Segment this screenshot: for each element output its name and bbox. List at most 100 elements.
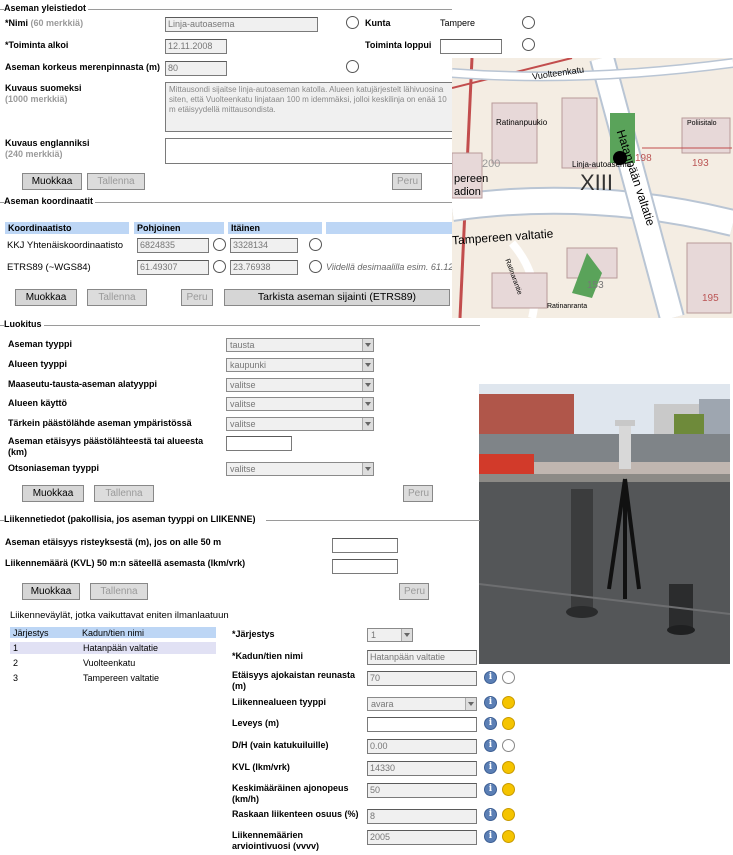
road-name[interactable]: Hatanpään valtatie <box>83 642 158 654</box>
coords-kkj-north-radio[interactable] <box>213 238 226 251</box>
section-coords-legend: Aseman koordinaatit <box>4 196 96 206</box>
detail-area-type-select[interactable]: avara <box>367 697 477 711</box>
coords-etrs-north-radio[interactable] <box>213 260 226 273</box>
ozone-type-select[interactable]: valitse <box>226 462 374 476</box>
start-label: *Toiminta alkoi <box>5 40 69 50</box>
detail-lane-distance-input[interactable]: 70 <box>367 671 477 686</box>
map-label: Ratinanpuukio <box>496 118 548 127</box>
coords-header-north: Pohjoinen <box>134 222 224 234</box>
roads-header-order: Järjestys <box>13 628 49 638</box>
info-icon[interactable]: i <box>484 671 497 684</box>
municipality-value: Tampere <box>440 18 476 28</box>
status-indicator-icon <box>502 696 515 709</box>
traffic-save-button[interactable]: Tallenna <box>90 583 148 600</box>
emission-distance-input[interactable] <box>226 436 292 451</box>
coords-cancel-button[interactable]: Peru <box>181 289 213 306</box>
coords-header-system: Koordinaatisto <box>5 222 129 234</box>
altitude-radio[interactable] <box>346 60 359 73</box>
detail-dh-input[interactable]: 0.00 <box>367 739 477 754</box>
altitude-input[interactable]: 80 <box>165 61 227 76</box>
map-label: Ratinanranta <box>547 303 588 310</box>
detail-road-name-input[interactable]: Hatanpään valtatie <box>367 650 477 665</box>
end-radio[interactable] <box>522 38 535 51</box>
class-edit-button[interactable]: Muokkaa <box>22 485 84 502</box>
rural-subtype-select[interactable]: valitse <box>226 378 374 392</box>
coords-save-button[interactable]: Tallenna <box>87 289 147 306</box>
coords-system-etrs: ETRS89 (~WGS84) <box>7 262 91 273</box>
detail-heavy-share-input[interactable]: 8 <box>367 809 477 824</box>
desc-fi-textarea[interactable]: Mittausondi sijaitse linja-autoaseman ka… <box>165 82 455 132</box>
coords-system-kkj: KKJ Yhtenäiskoordinaatisto <box>7 240 124 251</box>
info-icon[interactable]: i <box>484 783 497 796</box>
status-indicator-icon <box>502 808 515 821</box>
name-radio[interactable] <box>346 16 359 29</box>
road-order: 1 <box>13 643 19 653</box>
desc-fi-label: Kuvaus suomeksi <box>5 83 82 93</box>
coords-kkj-east-radio[interactable] <box>309 238 322 251</box>
section-divider <box>0 325 480 326</box>
detail-label-dh: D/H (vain katukuiluille) <box>232 740 329 750</box>
info-icon[interactable]: i <box>484 808 497 821</box>
detail-kvl-input[interactable]: 14330 <box>367 761 477 776</box>
road-name[interactable]: Vuolteenkatu <box>83 657 135 669</box>
class-label-distance: Aseman etäisyys päästölähteestä tai alue… <box>8 436 204 457</box>
status-indicator-icon <box>502 671 515 684</box>
area-type-select[interactable]: kaupunki <box>226 358 374 372</box>
map-label: Poliisitalo <box>687 120 717 127</box>
check-location-button[interactable]: Tarkista aseman sijainti (ETRS89) <box>224 289 450 306</box>
traffic-edit-button[interactable]: Muokkaa <box>22 583 80 600</box>
altitude-label: Aseman korkeus merenpinnasta (m) <box>5 62 161 72</box>
road-name[interactable]: Tampereen valtatie <box>83 672 159 684</box>
class-label-emission-source: Tärkein päästölähde aseman ympäristössä <box>8 418 192 428</box>
detail-label-lane-distance: Etäisyys ajokaistan reunasta (m) <box>232 670 356 691</box>
traffic-distance-input[interactable] <box>332 538 398 553</box>
desc-fi-hint: (1000 merkkiä) <box>5 94 68 104</box>
coords-kkj-east-input[interactable]: 3328134 <box>230 238 298 253</box>
traffic-cancel-button[interactable]: Peru <box>399 583 429 600</box>
section-traffic-legend: Liikennetiedot (pakollisia, jos aseman t… <box>4 514 266 524</box>
detail-label-road-name: *Kadun/tien nimi <box>232 651 304 661</box>
class-save-button[interactable]: Tallenna <box>94 485 154 502</box>
coords-edit-button[interactable]: Muokkaa <box>15 289 77 306</box>
emission-source-select[interactable]: valitse <box>226 417 374 431</box>
coords-etrs-north-input[interactable]: 61.49307 <box>137 260 209 275</box>
traffic-kvl-label: Liikennemäärä (KVL) 50 m:n säteellä asem… <box>5 558 246 568</box>
info-icon[interactable]: i <box>484 761 497 774</box>
info-icon[interactable]: i <box>484 830 497 843</box>
desc-en-hint: (240 merkkiä) <box>5 149 63 159</box>
detail-estimate-year-input[interactable]: 2005 <box>367 830 477 845</box>
class-cancel-button[interactable]: Peru <box>403 485 433 502</box>
general-save-button[interactable]: Tallenna <box>87 173 145 190</box>
detail-label-order: *Järjestys <box>232 629 275 639</box>
coords-kkj-north-input[interactable]: 6824835 <box>137 238 209 253</box>
name-input[interactable]: Linja-autoasema <box>165 17 318 32</box>
map-number: 195 <box>702 293 719 304</box>
info-icon[interactable]: i <box>484 739 497 752</box>
station-type-select[interactable]: tausta <box>226 338 374 352</box>
general-edit-button[interactable]: Muokkaa <box>22 173 82 190</box>
info-icon[interactable]: i <box>484 717 497 730</box>
general-cancel-button[interactable]: Peru <box>392 173 422 190</box>
traffic-kvl-input[interactable] <box>332 559 398 574</box>
detail-label-estimate-year: Liikennemäärien arviointivuosi (vvvv) <box>232 830 320 851</box>
section-classification-legend: Luokitus <box>4 319 44 329</box>
status-indicator-icon <box>502 739 515 752</box>
detail-speed-input[interactable]: 50 <box>367 783 477 798</box>
location-map[interactable]: Vuolteenkatu Hatanpään valtatie Ratinanp… <box>452 58 733 318</box>
status-indicator-icon <box>502 761 515 774</box>
end-date-input[interactable] <box>440 39 502 54</box>
municipality-radio[interactable] <box>522 16 535 29</box>
road-order: 2 <box>13 658 19 668</box>
detail-order-select[interactable]: 1 <box>367 628 413 642</box>
start-date-input[interactable]: 12.11.2008 <box>165 39 227 54</box>
detail-label-width: Leveys (m) <box>232 718 280 728</box>
detail-label-kvl: KVL (lkm/vrk) <box>232 762 290 772</box>
coords-etrs-east-radio[interactable] <box>309 260 322 273</box>
coords-etrs-east-input[interactable]: 23.76938 <box>230 260 298 275</box>
detail-width-input[interactable] <box>367 717 477 732</box>
desc-en-textarea[interactable] <box>165 138 455 164</box>
info-icon[interactable]: i <box>484 696 497 709</box>
class-label-station-type: Aseman tyyppi <box>8 339 73 349</box>
map-label: pereen <box>454 173 489 185</box>
land-use-select[interactable]: valitse <box>226 397 374 411</box>
